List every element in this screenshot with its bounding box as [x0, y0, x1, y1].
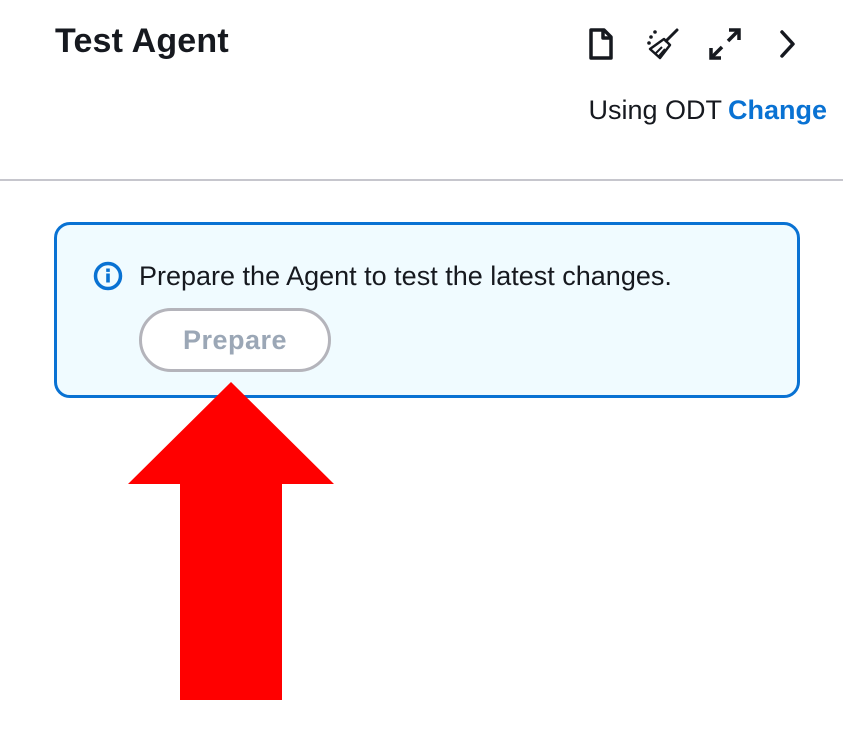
- file-icon[interactable]: [581, 24, 621, 64]
- chevron-right-icon[interactable]: [767, 24, 807, 64]
- panel-header: Test Agent Using ODT Change: [0, 0, 843, 181]
- odt-status: Using ODT Change: [588, 95, 827, 126]
- odt-label: Using ODT: [588, 95, 722, 125]
- change-link[interactable]: Change: [728, 95, 827, 126]
- info-icon: [93, 261, 123, 291]
- expand-icon[interactable]: [705, 24, 745, 64]
- red-arrow-annotation: [128, 382, 334, 700]
- info-alert: Prepare the Agent to test the latest cha…: [54, 222, 800, 398]
- panel-toolbar: [559, 24, 807, 64]
- broom-icon[interactable]: [643, 24, 683, 64]
- test-agent-panel: Test Agent Using ODT Change Prepare the …: [0, 0, 843, 747]
- panel-title: Test Agent: [55, 22, 229, 60]
- prepare-button[interactable]: Prepare: [139, 308, 331, 372]
- alert-message: Prepare the Agent to test the latest cha…: [139, 261, 672, 291]
